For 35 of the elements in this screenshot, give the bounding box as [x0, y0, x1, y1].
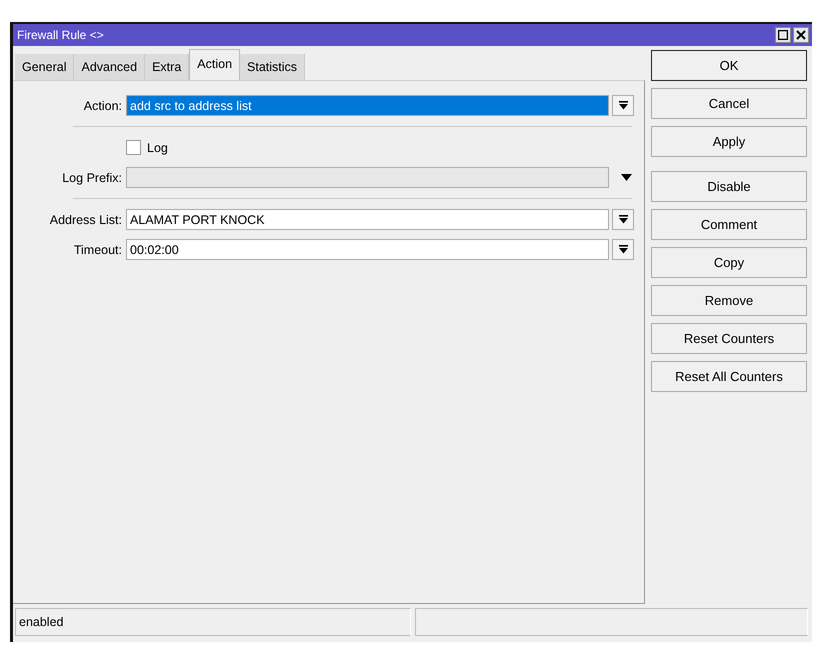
dropdown-button[interactable] [612, 95, 634, 116]
button[interactable]: Comment [651, 209, 807, 240]
button[interactable]: Disable [651, 171, 807, 202]
button[interactable]: Copy [651, 247, 807, 278]
checkbox-label: Log [147, 140, 168, 154]
button[interactable]: Reset Counters [651, 323, 807, 354]
dropdown-arrow-icon [618, 215, 628, 224]
tab[interactable]: Statistics [240, 54, 306, 80]
checkbox[interactable] [126, 140, 141, 155]
field-label: Address List: [48, 212, 123, 226]
field-label: Timeout: [72, 242, 123, 256]
button[interactable]: Reset All Counters [651, 361, 807, 392]
text-field[interactable] [126, 167, 609, 188]
button[interactable]: OK [651, 50, 807, 81]
window-title: Firewall Rule <> [17, 28, 104, 42]
tab[interactable]: General [15, 54, 74, 80]
tab[interactable]: Action [189, 49, 240, 80]
dropdown-arrow-icon [620, 174, 632, 181]
dropdown-arrow-icon [618, 101, 628, 110]
dropdown-button[interactable] [612, 239, 634, 260]
status-text: enabled [15, 608, 411, 636]
close-button[interactable] [793, 27, 809, 43]
maximize-button[interactable] [775, 27, 791, 43]
tab[interactable]: Extra [145, 54, 190, 80]
dropdown-field[interactable]: ALAMAT PORT KNOCK [126, 209, 609, 230]
dropdown-button[interactable] [612, 209, 634, 230]
button[interactable]: Apply [651, 126, 807, 157]
dropdown-field[interactable]: add src to address list [126, 95, 609, 116]
dropdown-field[interactable]: 00:02:00 [126, 239, 609, 260]
button[interactable]: Cancel [651, 88, 807, 119]
field-label: Log Prefix: [61, 170, 123, 184]
button[interactable]: Remove [651, 285, 807, 316]
field-label: Action: [82, 98, 123, 112]
dropdown-arrow-icon [618, 245, 628, 254]
tab[interactable]: Advanced [74, 54, 146, 80]
